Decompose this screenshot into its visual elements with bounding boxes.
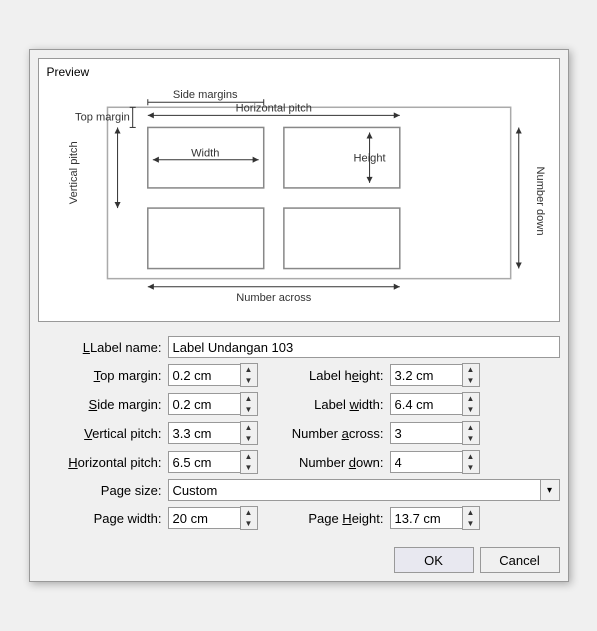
side-margin-spinner: ▲ ▼ bbox=[168, 392, 258, 416]
label-height-down[interactable]: ▼ bbox=[463, 375, 479, 386]
page-size-select-wrap: ▾ bbox=[168, 479, 560, 501]
svg-text:Height: Height bbox=[353, 153, 385, 165]
number-down-spinner: ▲ ▼ bbox=[390, 450, 480, 474]
page-size-input[interactable] bbox=[168, 479, 540, 501]
side-margin-down[interactable]: ▼ bbox=[241, 404, 257, 415]
number-down-input[interactable] bbox=[390, 451, 462, 473]
horizontal-pitch-down[interactable]: ▼ bbox=[241, 462, 257, 473]
page-size-row: Page size: ▾ bbox=[38, 479, 560, 501]
label-width-down[interactable]: ▼ bbox=[463, 404, 479, 415]
page-width-up[interactable]: ▲ bbox=[241, 507, 257, 518]
horizontal-pitch-up[interactable]: ▲ bbox=[241, 451, 257, 462]
label-width-input[interactable] bbox=[390, 393, 462, 415]
side-margin-row: Side margin: ▲ ▼ Label width: ▲ ▼ bbox=[38, 392, 560, 416]
number-across-up[interactable]: ▲ bbox=[463, 422, 479, 433]
top-margin-row: Top margin: ▲ ▼ Label height: ▲ ▼ bbox=[38, 363, 560, 387]
page-height-group: Page Height: ▲ ▼ bbox=[270, 506, 480, 530]
svg-text:Width: Width bbox=[191, 148, 219, 160]
horizontal-pitch-spinner: ▲ ▼ bbox=[168, 450, 258, 474]
label-height-group: Label height: ▲ ▼ bbox=[270, 363, 480, 387]
side-margin-up[interactable]: ▲ bbox=[241, 393, 257, 404]
ok-button[interactable]: OK bbox=[394, 547, 474, 573]
preview-label: Preview bbox=[47, 65, 551, 79]
page-height-up[interactable]: ▲ bbox=[463, 507, 479, 518]
svg-text:Vertical pitch: Vertical pitch bbox=[68, 141, 80, 204]
top-margin-down[interactable]: ▼ bbox=[241, 375, 257, 386]
number-across-label: Number across: bbox=[270, 426, 390, 441]
svg-text:Number across: Number across bbox=[236, 292, 312, 304]
number-across-group: Number across: ▲ ▼ bbox=[270, 421, 480, 445]
number-down-group: Number down: ▲ ▼ bbox=[270, 450, 480, 474]
page-width-label: Page width: bbox=[38, 511, 168, 526]
svg-text:Side margins: Side margins bbox=[172, 89, 237, 101]
label-name-input[interactable] bbox=[168, 336, 560, 358]
vertical-pitch-up[interactable]: ▲ bbox=[241, 422, 257, 433]
side-margin-input[interactable] bbox=[168, 393, 240, 415]
page-width-spinner: ▲ ▼ bbox=[168, 506, 258, 530]
page-width-down[interactable]: ▼ bbox=[241, 518, 257, 529]
label-height-input[interactable] bbox=[390, 364, 462, 386]
page-size-label: Page size: bbox=[38, 483, 168, 498]
number-down-down[interactable]: ▼ bbox=[463, 462, 479, 473]
horizontal-pitch-input[interactable] bbox=[168, 451, 240, 473]
button-row: OK Cancel bbox=[38, 547, 560, 573]
svg-text:Horizontal pitch: Horizontal pitch bbox=[235, 102, 311, 114]
page-height-down[interactable]: ▼ bbox=[463, 518, 479, 529]
side-margin-label: Side margin: bbox=[38, 397, 168, 412]
label-width-group: Label width: ▲ ▼ bbox=[270, 392, 480, 416]
page-width-row: Page width: ▲ ▼ Page Height: ▲ ▼ bbox=[38, 506, 560, 530]
label-width-label: Label width: bbox=[270, 397, 390, 412]
top-margin-spinner: ▲ ▼ bbox=[168, 363, 258, 387]
svg-text:Number down: Number down bbox=[533, 167, 545, 236]
svg-text:Top margin: Top margin bbox=[75, 111, 130, 123]
vertical-pitch-spinner: ▲ ▼ bbox=[168, 421, 258, 445]
top-margin-label: Top margin: bbox=[38, 368, 168, 383]
top-margin-input[interactable] bbox=[168, 364, 240, 386]
label-height-up[interactable]: ▲ bbox=[463, 364, 479, 375]
label-height-label: Label height: bbox=[270, 368, 390, 383]
vertical-pitch-down[interactable]: ▼ bbox=[241, 433, 257, 444]
page-size-dropdown-icon[interactable]: ▾ bbox=[540, 479, 560, 501]
page-height-spinner: ▲ ▼ bbox=[390, 506, 480, 530]
label-width-up[interactable]: ▲ bbox=[463, 393, 479, 404]
number-across-spinner: ▲ ▼ bbox=[390, 421, 480, 445]
number-across-down[interactable]: ▼ bbox=[463, 433, 479, 444]
top-margin-up[interactable]: ▲ bbox=[241, 364, 257, 375]
number-across-input[interactable] bbox=[390, 422, 462, 444]
label-name-row: LLabel name: bbox=[38, 336, 560, 358]
page-height-label: Page Height: bbox=[270, 511, 390, 526]
form-section: LLabel name: Top margin: ▲ ▼ Label heigh… bbox=[38, 332, 560, 539]
horizontal-pitch-row: Horizontal pitch: ▲ ▼ Number down: ▲ ▼ bbox=[38, 450, 560, 474]
vertical-pitch-label: Vertical pitch: bbox=[38, 426, 168, 441]
horizontal-pitch-label: Horizontal pitch: bbox=[38, 455, 168, 470]
label-width-spinner: ▲ ▼ bbox=[390, 392, 480, 416]
number-down-up[interactable]: ▲ bbox=[463, 451, 479, 462]
label-height-spinner: ▲ ▼ bbox=[390, 363, 480, 387]
vertical-pitch-row: Vertical pitch: ▲ ▼ Number across: ▲ ▼ bbox=[38, 421, 560, 445]
label-name-label: LLabel name: bbox=[38, 340, 168, 355]
page-height-input[interactable] bbox=[390, 507, 462, 529]
number-down-label: Number down: bbox=[270, 455, 390, 470]
preview-section: Preview Top margin bbox=[38, 58, 560, 322]
page-width-input[interactable] bbox=[168, 507, 240, 529]
cancel-button[interactable]: Cancel bbox=[480, 547, 560, 573]
label-dialog: Preview Top margin bbox=[29, 49, 569, 582]
vertical-pitch-input[interactable] bbox=[168, 422, 240, 444]
preview-diagram: Top margin Side margins Horizontal pitch… bbox=[47, 83, 551, 313]
